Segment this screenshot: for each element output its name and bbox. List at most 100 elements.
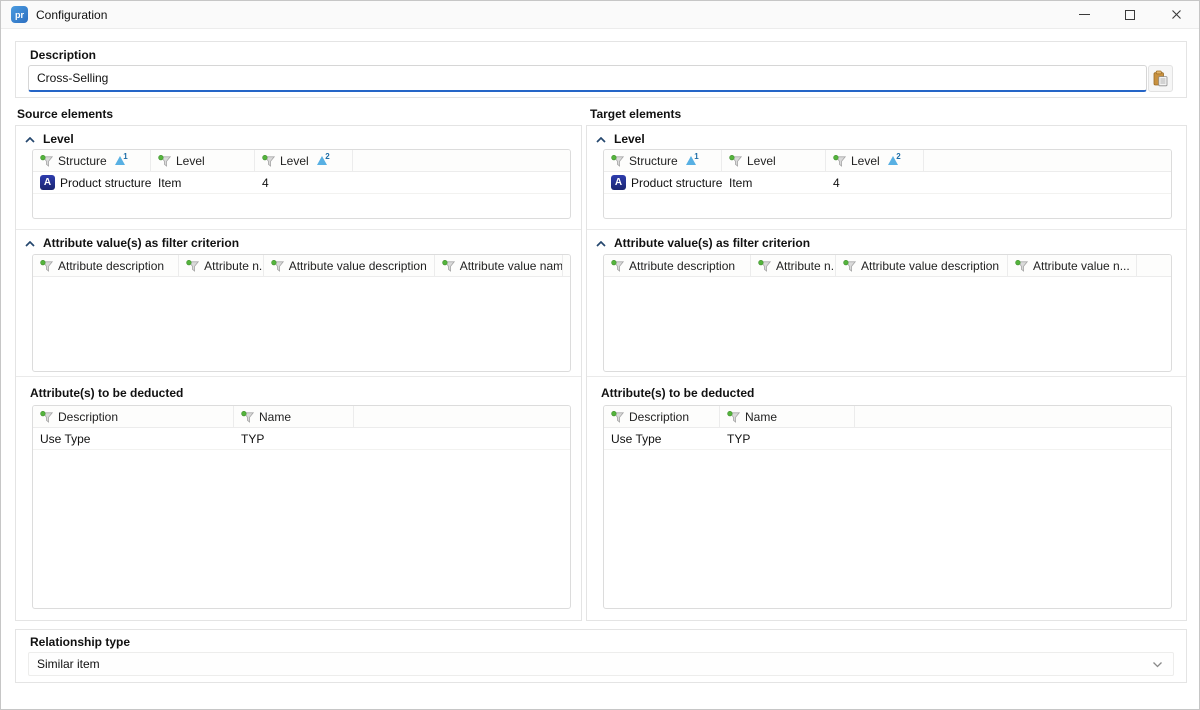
target-filter-grid: Attribute description Attribute n... Att… (603, 254, 1172, 372)
column-header-empty (354, 406, 570, 427)
sort-ascending-icon: 1 (686, 156, 697, 165)
column-header-name[interactable]: Name (234, 406, 354, 427)
source-filter-grid: Attribute description Attribute n... Att… (32, 254, 571, 372)
filter-icon[interactable] (727, 411, 740, 423)
chevron-up-icon[interactable] (25, 241, 35, 247)
target-elements-panel: Level Structure 1 Level Level (586, 125, 1187, 621)
column-header-description[interactable]: Description (33, 406, 234, 427)
relationship-type-label: Relationship type (30, 635, 130, 649)
column-label: Attribute n... (204, 259, 264, 273)
column-header-structure[interactable]: Structure 1 (33, 150, 151, 171)
target-deduct-header: Attribute(s) to be deducted (587, 377, 1186, 400)
table-row[interactable]: A Product structure Item 4 (33, 172, 570, 194)
maximize-button[interactable] (1107, 1, 1153, 28)
filter-icon[interactable] (758, 260, 771, 272)
close-button[interactable] (1153, 1, 1199, 28)
table-row[interactable]: A Product structure Item 4 (604, 172, 1171, 194)
filter-icon[interactable] (40, 260, 53, 272)
column-header-name[interactable]: Name (720, 406, 855, 427)
column-header-attr-description[interactable]: Attribute description (33, 255, 179, 276)
chevron-down-icon (1152, 661, 1163, 668)
minimize-icon (1079, 14, 1090, 15)
clipboard-icon (1152, 70, 1169, 87)
empty-cell (353, 172, 570, 193)
column-header-attr-value-name[interactable]: Attribute value name (435, 255, 563, 276)
filter-icon[interactable] (271, 260, 284, 272)
column-label: Level (851, 154, 880, 168)
filter-icon[interactable] (40, 155, 53, 167)
sort-ascending-icon: 1 (115, 156, 126, 165)
source-filter-title: Attribute value(s) as filter criterion (43, 236, 239, 250)
column-header-attr-name[interactable]: Attribute n... (179, 255, 264, 276)
column-label: Name (259, 410, 291, 424)
paste-button[interactable] (1148, 65, 1173, 92)
column-header-level[interactable]: Level (722, 150, 826, 171)
column-header-level2[interactable]: Level 2 (826, 150, 924, 171)
grid-header-row: Attribute description Attribute n... Att… (604, 255, 1171, 277)
column-header-attr-value-description[interactable]: Attribute value description (264, 255, 435, 276)
level-cell: Item (722, 172, 826, 193)
source-level-grid: Structure 1 Level Level 2 (32, 149, 571, 219)
filter-icon[interactable] (611, 155, 624, 167)
column-label: Level (280, 154, 309, 168)
column-header-level2[interactable]: Level 2 (255, 150, 353, 171)
filter-icon[interactable] (241, 411, 254, 423)
relationship-type-select[interactable]: Similar item (28, 652, 1174, 676)
source-level-header[interactable]: Level (16, 126, 581, 146)
description-input[interactable]: Cross-Selling (28, 65, 1147, 92)
source-filter-header[interactable]: Attribute value(s) as filter criterion (16, 230, 581, 250)
source-level-section: Level Structure 1 Level Level (16, 126, 581, 229)
column-label: Attribute description (58, 259, 164, 273)
column-header-attr-description[interactable]: Attribute description (604, 255, 751, 276)
description-group: Description Cross-Selling (15, 41, 1187, 98)
column-header-structure[interactable]: Structure 1 (604, 150, 722, 171)
configuration-window: pr Configuration Description Cross-Selli… (0, 0, 1200, 710)
column-label: Attribute value description (289, 259, 427, 273)
table-row[interactable]: Use Type TYP (33, 428, 570, 450)
column-header-level[interactable]: Level (151, 150, 255, 171)
cell-text: Product structure (60, 176, 151, 190)
filter-icon[interactable] (186, 260, 199, 272)
column-header-attr-value-description[interactable]: Attribute value description (836, 255, 1008, 276)
cell-text: Product structure (631, 176, 722, 190)
relationship-type-value: Similar item (37, 657, 100, 671)
filter-icon[interactable] (40, 411, 53, 423)
filter-icon[interactable] (833, 155, 846, 167)
relationship-type-group: Relationship type Similar item (15, 629, 1187, 683)
sort-ascending-icon: 2 (888, 156, 899, 165)
close-icon (1171, 9, 1182, 20)
filter-icon[interactable] (442, 260, 455, 272)
source-filter-section: Attribute value(s) as filter criterion A… (16, 229, 581, 376)
column-header-attr-value-name[interactable]: Attribute value n... (1008, 255, 1137, 276)
level2-cell: 4 (255, 172, 353, 193)
title-bar: pr Configuration (1, 1, 1199, 29)
filter-icon[interactable] (262, 155, 275, 167)
target-filter-header[interactable]: Attribute value(s) as filter criterion (587, 230, 1186, 250)
column-header-empty (855, 406, 1171, 427)
minimize-button[interactable] (1061, 1, 1107, 28)
filter-icon[interactable] (1015, 260, 1028, 272)
column-label: Level (747, 154, 776, 168)
column-header-description[interactable]: Description (604, 406, 720, 427)
table-row[interactable]: Use Type TYP (604, 428, 1171, 450)
target-level-header[interactable]: Level (587, 126, 1186, 146)
chevron-up-icon[interactable] (596, 241, 606, 247)
chevron-up-icon[interactable] (25, 137, 35, 143)
filter-icon[interactable] (843, 260, 856, 272)
column-label: Attribute n... (776, 259, 836, 273)
target-deduct-section: Attribute(s) to be deducted Description … (587, 376, 1186, 621)
grid-header-row: Structure 1 Level Level 2 (604, 150, 1171, 172)
source-deduct-grid: Description Name Use Type TYP (32, 405, 571, 609)
chevron-up-icon[interactable] (596, 137, 606, 143)
window-controls (1061, 1, 1199, 28)
target-level-title: Level (614, 132, 645, 146)
column-header-attr-name[interactable]: Attribute n... (751, 255, 836, 276)
filter-icon[interactable] (611, 260, 624, 272)
column-label: Attribute value description (861, 259, 999, 273)
filter-icon[interactable] (729, 155, 742, 167)
structure-badge-icon: A (40, 175, 55, 190)
filter-icon[interactable] (611, 411, 624, 423)
column-header-empty (563, 255, 570, 276)
filter-icon[interactable] (158, 155, 171, 167)
column-label: Level (176, 154, 205, 168)
